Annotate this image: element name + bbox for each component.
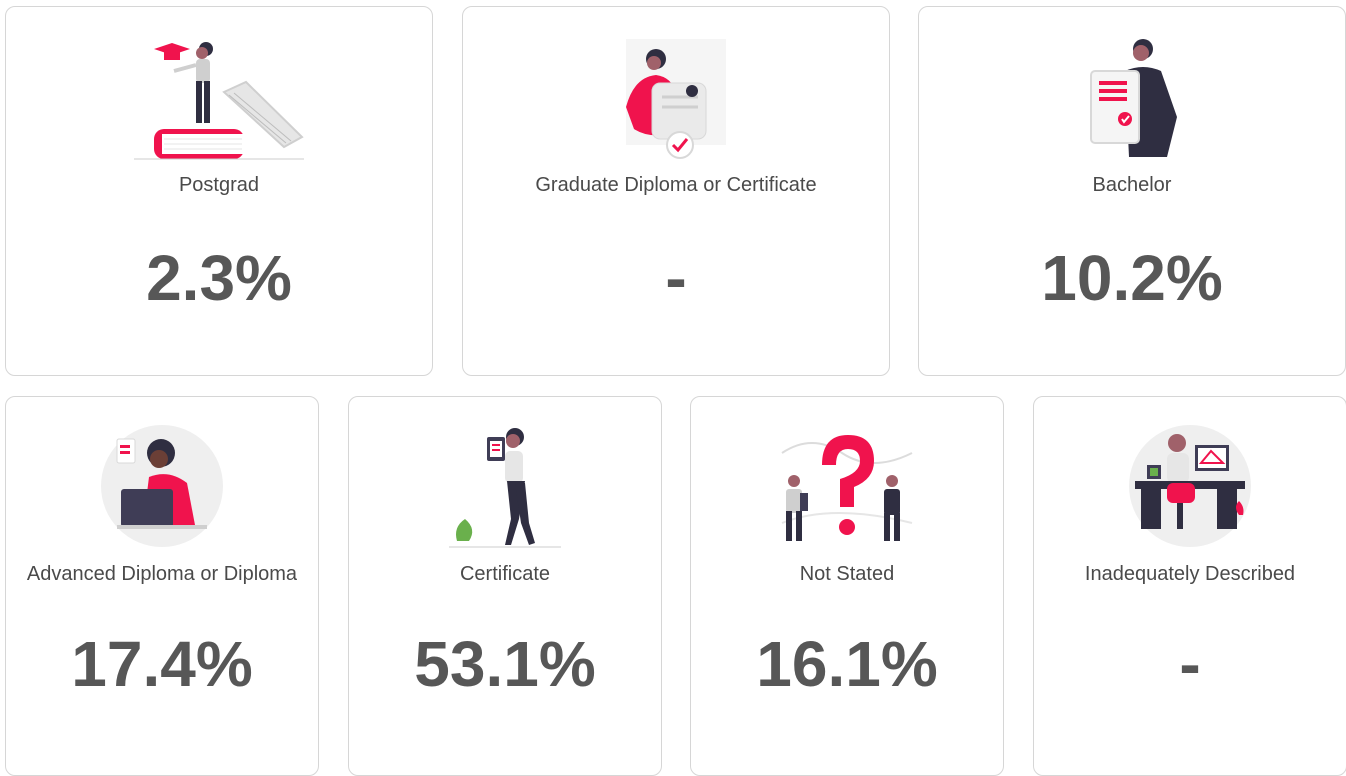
card-value: - bbox=[1179, 628, 1201, 700]
woman-holding-certificate-illustration bbox=[626, 39, 726, 159]
card-label: Advanced Diploma or Diploma bbox=[26, 563, 298, 585]
stat-card-bachelor: Bachelor 10.2% bbox=[918, 6, 1346, 376]
card-value: 10.2% bbox=[1041, 242, 1223, 314]
card-label: Postgrad bbox=[178, 174, 260, 196]
stat-card-inadequately-described: Inadequately Described - bbox=[1033, 396, 1346, 776]
card-label: Inadequately Described bbox=[1084, 563, 1296, 585]
stat-card-not-stated: Not Stated 16.1% bbox=[690, 396, 1004, 776]
graduate-on-books-illustration bbox=[134, 42, 304, 160]
card-label: Bachelor bbox=[1092, 174, 1172, 196]
stat-card-advanced-diploma: Advanced Diploma or Diploma 17.4% bbox=[5, 396, 319, 776]
card-label: Certificate bbox=[459, 563, 551, 585]
card-label: Not Stated bbox=[799, 563, 895, 585]
card-value: 53.1% bbox=[414, 628, 596, 700]
card-label: Graduate Diploma or Certificate bbox=[535, 174, 817, 196]
card-value: 17.4% bbox=[71, 628, 253, 700]
stat-card-certificate: Certificate 53.1% bbox=[348, 396, 662, 776]
card-value: 16.1% bbox=[756, 628, 938, 700]
stat-card-graduate-diploma: Graduate Diploma or Certificate - bbox=[462, 6, 890, 376]
card-value: - bbox=[665, 242, 687, 314]
man-with-diploma-illustration bbox=[1090, 39, 1177, 157]
card-value: 2.3% bbox=[146, 242, 292, 314]
stat-card-postgrad: Postgrad 2.3% bbox=[5, 6, 433, 376]
woman-at-laptop-illustration bbox=[101, 425, 223, 547]
woman-holding-tablet-illustration bbox=[449, 428, 561, 548]
person-at-desk-illustration bbox=[1129, 425, 1251, 547]
question-mark-people-illustration bbox=[781, 435, 913, 541]
